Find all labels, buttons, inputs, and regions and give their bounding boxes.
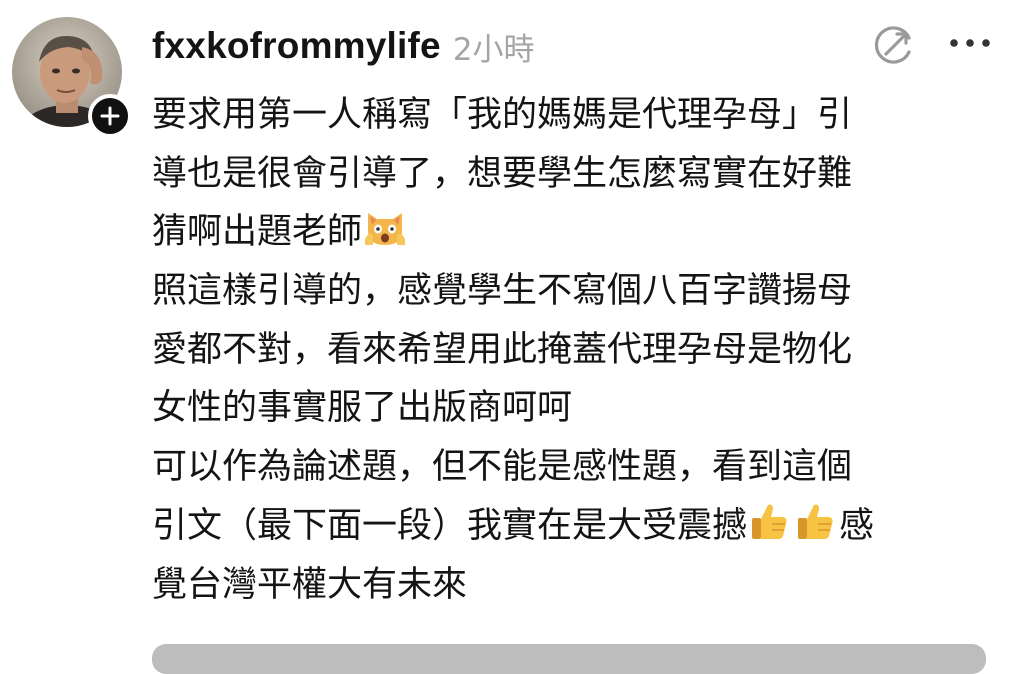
more-icon[interactable]	[946, 26, 994, 60]
follow-button[interactable]	[88, 94, 132, 138]
scared-cat-emoji	[365, 213, 406, 246]
post-line: 可以作為論述題，但不能是感性題，看到這個	[152, 447, 853, 488]
post-body: 要求用第一人稱寫「我的媽媽是代理孕母」引 導也是很會引導了，想要學生怎麼寫實在好…	[152, 86, 1012, 614]
plus-icon	[100, 106, 120, 126]
timestamp: 2小時	[452, 31, 535, 68]
post-line-text: 猜啊出題老師	[152, 212, 363, 253]
username[interactable]: fxxkofrommylife	[152, 25, 441, 67]
post-header: fxxkofrommylife 2小時	[152, 18, 535, 74]
post-line: 猜啊出題老師	[152, 203, 1012, 262]
post-line: 照這樣引導的，感覺學生不寫個八百字讚揚母	[152, 271, 853, 312]
post-line: 引文（最下面一段）我實在是大受震撼 感	[152, 497, 1012, 556]
translate-icon[interactable]	[870, 22, 916, 68]
post-line: 愛都不對，看來希望用此掩蓋代理孕母是物化	[152, 329, 853, 370]
post-line-text: 引文（最下面一段）我實在是大受震撼	[152, 505, 748, 546]
image-attachment[interactable]	[152, 644, 986, 674]
post-line-text: 感	[839, 505, 875, 546]
post-line: 女性的事實服了出版商呵呵	[152, 388, 573, 429]
thumbs-up-emoji	[752, 504, 787, 539]
post-line: 覺台灣平權大有未來	[152, 564, 468, 605]
post-line: 要求用第一人稱寫「我的媽媽是代理孕母」引	[152, 95, 853, 135]
post-line: 導也是很會引導了，想要學生怎麼寫實在好難	[152, 153, 853, 194]
thumbs-up-emoji	[798, 504, 833, 539]
